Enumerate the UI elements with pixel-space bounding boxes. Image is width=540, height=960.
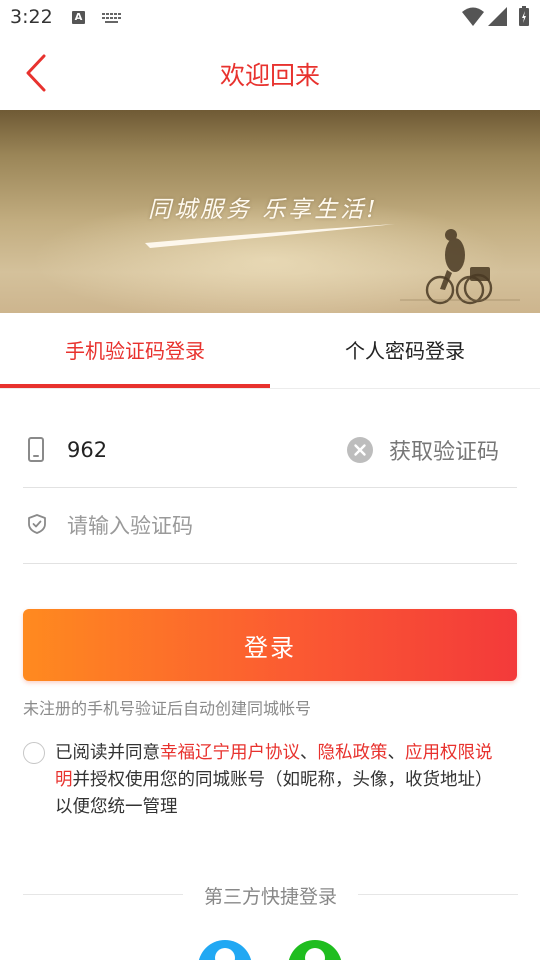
status-bar: 3:22 A — [0, 0, 540, 36]
wechat-login-button[interactable] — [288, 940, 342, 960]
phone-input[interactable] — [67, 430, 337, 470]
banner-slogan: 同城服务 乐享生活! — [148, 197, 379, 223]
phone-row: 获取验证码 — [23, 412, 517, 488]
divider-left — [23, 894, 183, 895]
agreement-sep-1: 、 — [300, 743, 318, 763]
page-title: 欢迎回来 — [219, 61, 320, 90]
tab-active-indicator — [0, 384, 270, 388]
login-button[interactable]: 登录 — [23, 609, 517, 681]
phone-icon — [28, 437, 44, 462]
notification-a-icon: A — [72, 11, 85, 24]
header: 欢迎回来 — [0, 36, 540, 110]
divider-right — [358, 894, 518, 895]
clear-phone-button[interactable] — [347, 437, 373, 463]
agreement-suffix: 并授权使用您的同城账号（如昵称，头像，收货地址）以便您统一管理 — [55, 770, 493, 817]
user-agreement-link[interactable]: 幸福辽宁用户协议 — [160, 743, 300, 763]
register-hint: 未注册的手机号验证后自动创建同城帐号 — [23, 699, 312, 718]
signal-icon — [488, 7, 507, 26]
privacy-policy-link[interactable]: 隐私政策 — [318, 743, 388, 763]
agreement-sep-2: 、 — [387, 743, 406, 763]
get-code-button[interactable]: 获取验证码 — [389, 434, 499, 466]
clear-icon — [347, 437, 373, 463]
tab-sms-login[interactable]: 手机验证码登录 — [0, 313, 270, 389]
code-input[interactable] — [67, 506, 337, 546]
code-row — [23, 488, 517, 564]
login-tabs: 手机验证码登录 个人密码登录 — [0, 313, 540, 389]
agreement-prefix: 已阅读并同意 — [55, 743, 160, 763]
wifi-icon — [462, 7, 484, 26]
status-time: 3:22 — [10, 6, 53, 28]
keyboard-icon — [102, 13, 121, 23]
qq-login-button[interactable] — [198, 940, 252, 960]
agreement-text: 已阅读并同意幸福辽宁用户协议、隐私政策、应用权限说明并授权使用您的同城账号（如昵… — [55, 740, 495, 821]
tab-password-login[interactable]: 个人密码登录 — [270, 313, 540, 389]
third-party-label: 第三方快捷登录 — [203, 886, 337, 908]
qq-icon — [215, 948, 235, 960]
wechat-icon — [305, 948, 325, 960]
banner-image: 同城服务 乐享生活! — [0, 110, 540, 313]
shield-icon — [28, 514, 46, 534]
agreement-checkbox[interactable] — [23, 742, 45, 764]
battery-icon — [519, 6, 529, 26]
